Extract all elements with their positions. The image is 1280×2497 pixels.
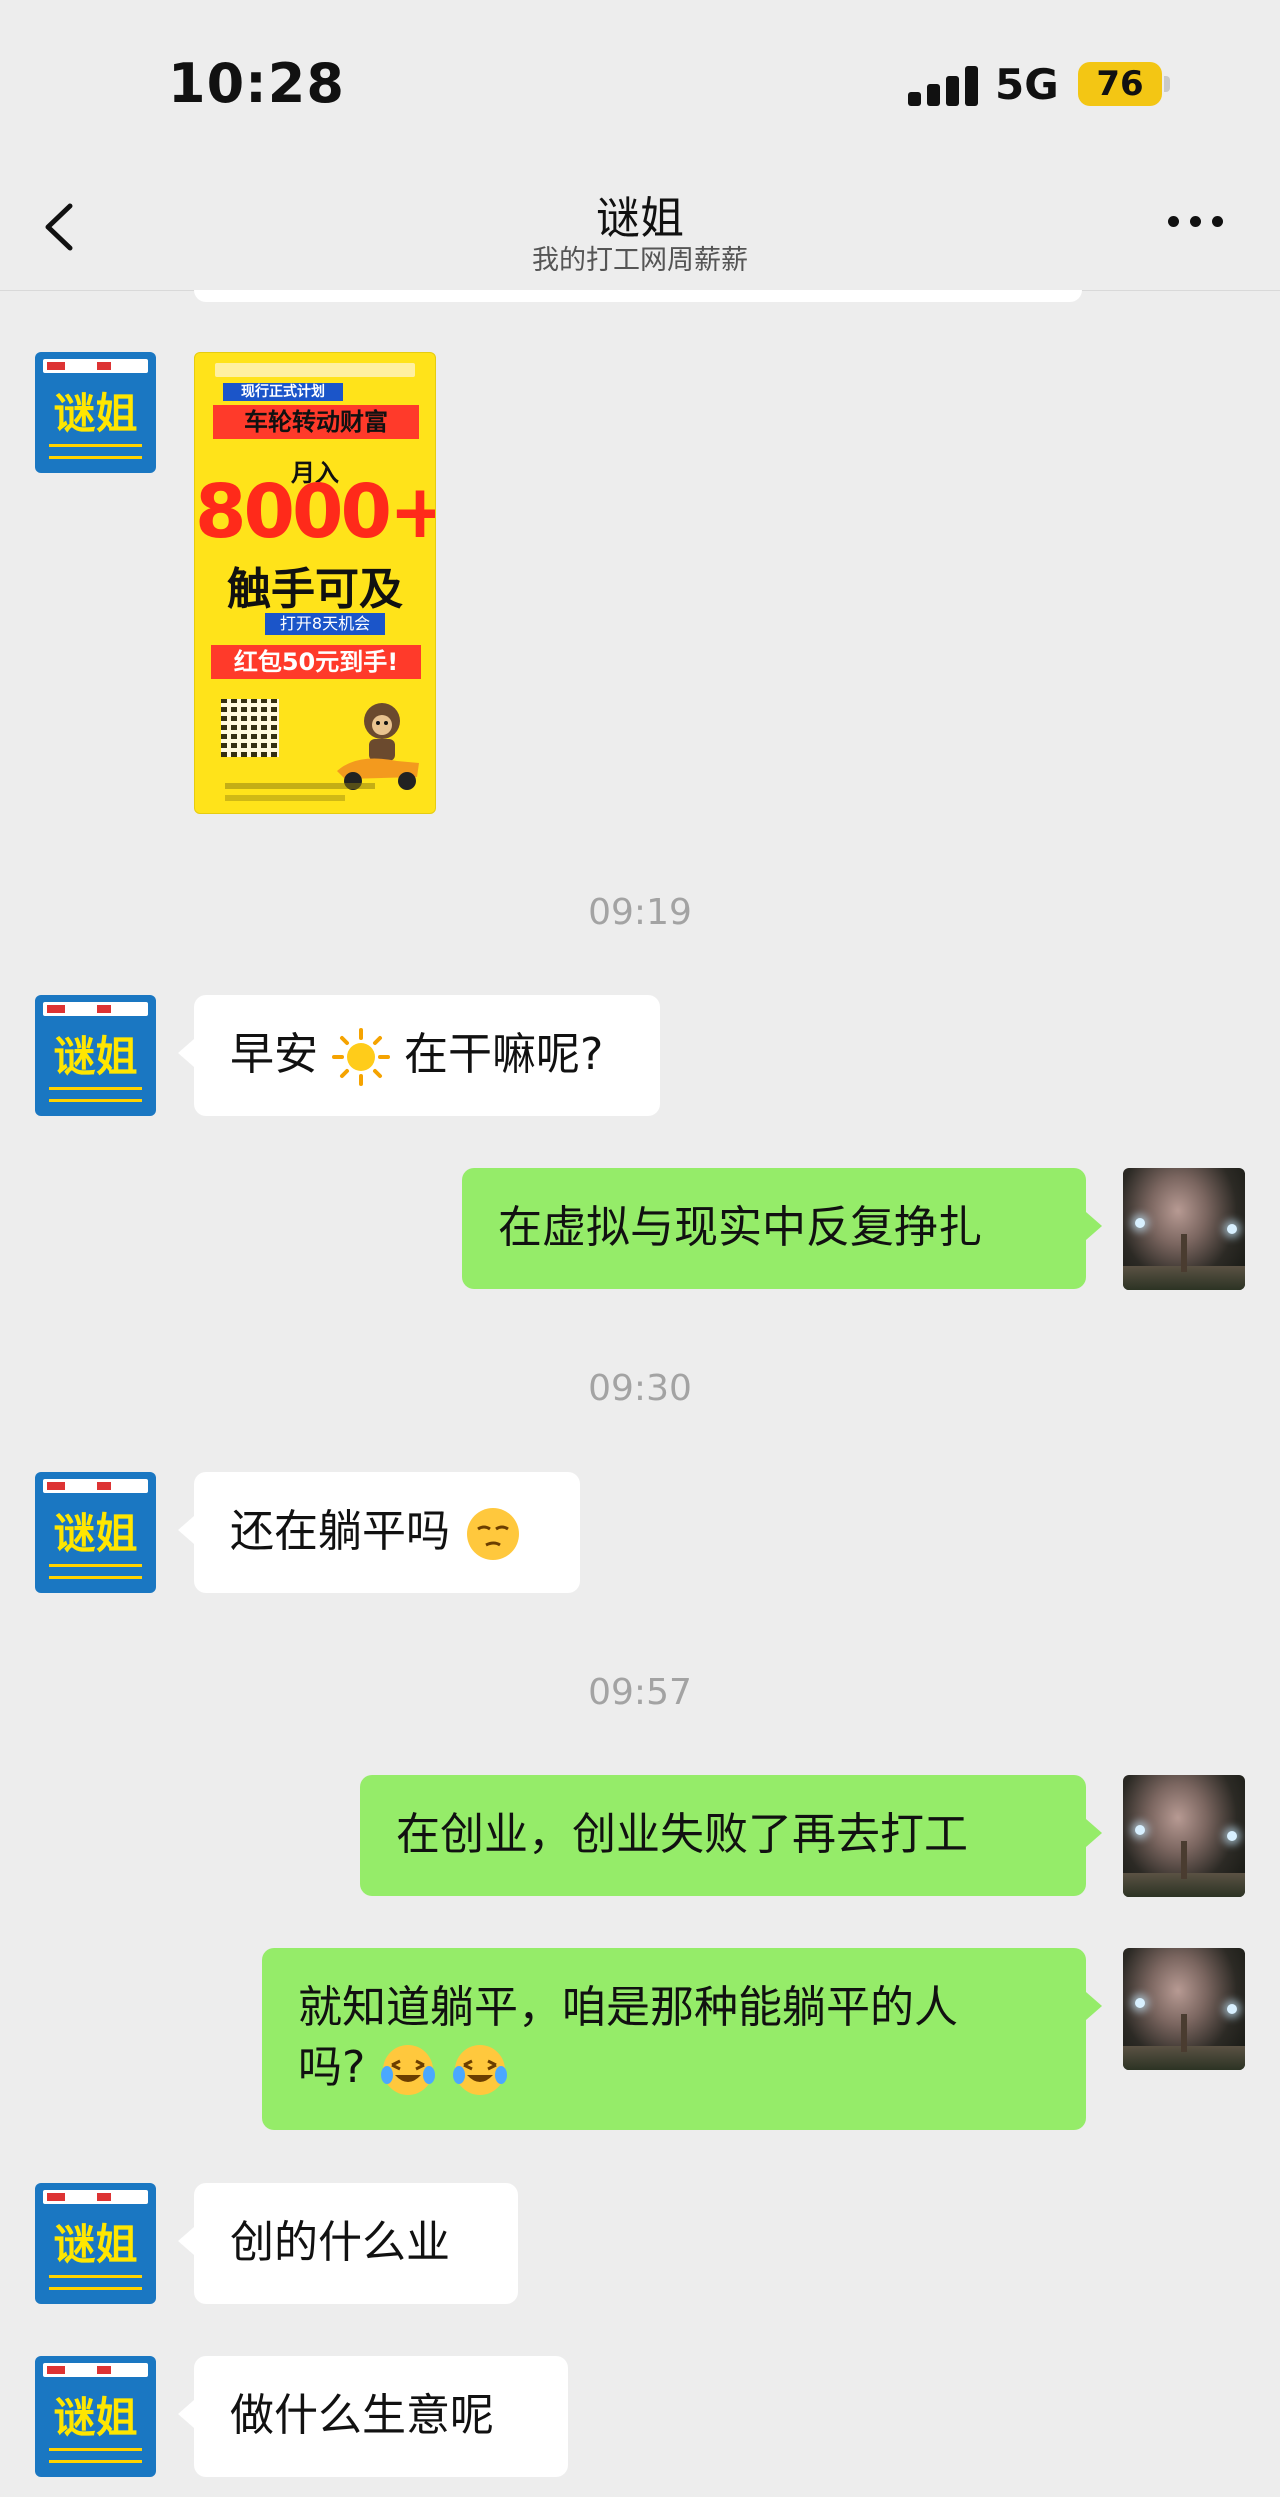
more-options-icon[interactable] bbox=[1168, 216, 1224, 228]
message-text: 做什么生意呢 bbox=[230, 2390, 494, 2441]
message-bubble-received[interactable]: 创的什么业 bbox=[178, 2183, 518, 2304]
chat-header: 谜姐 我的打工网周薪薪 bbox=[0, 160, 1280, 291]
contact-avatar[interactable]: 谜姐 bbox=[35, 2356, 156, 2477]
avatar-name-mark: 谜姐 bbox=[53, 2220, 138, 2269]
poster-banner-small: 现行正式计划 bbox=[223, 383, 343, 401]
user-avatar[interactable] bbox=[1123, 1948, 1245, 2070]
message-bubble-sent[interactable]: 在虚拟与现实中反复挣扎 bbox=[462, 1168, 1102, 1289]
poster-headline: 车轮转动财富 bbox=[213, 405, 419, 439]
contact-avatar[interactable]: 谜姐 bbox=[35, 1472, 156, 1593]
previous-message-edge bbox=[194, 290, 1082, 302]
message-text: 吗? bbox=[298, 2042, 366, 2093]
message-bubble-sent[interactable]: 在创业，创业失败了再去打工 bbox=[360, 1775, 1102, 1896]
message-text: 在干嘛呢? bbox=[404, 1029, 604, 1080]
message-text: 早安 bbox=[230, 1029, 318, 1080]
poster-image-message[interactable]: 现行正式计划 车轮转动财富 月入 8000+ 触手可及 打开8天机会 红包50元… bbox=[194, 352, 436, 814]
message-text: 在创业，创业失败了再去打工 bbox=[396, 1809, 968, 1860]
chat-subtitle: 我的打工网周薪薪 bbox=[532, 245, 748, 276]
avatar-name-mark: 谜姐 bbox=[53, 389, 138, 438]
status-time: 10:28 bbox=[168, 52, 345, 115]
poster-bonus: 红包50元到手! bbox=[211, 645, 421, 679]
signal-strength-icon bbox=[908, 66, 978, 106]
message-bubble-received[interactable]: 还在躺平吗 bbox=[178, 1472, 580, 1593]
poster-slogan: 触手可及 bbox=[227, 564, 403, 615]
network-type: 5G bbox=[995, 60, 1059, 109]
smirk-face-emoji-icon bbox=[467, 1508, 519, 1560]
message-text: 在虚拟与现实中反复挣扎 bbox=[498, 1202, 982, 1253]
timestamp: 09:57 bbox=[588, 1672, 692, 1713]
poster-income-value: 8000+ bbox=[195, 469, 436, 555]
message-bubble-received[interactable]: 早安 在干嘛呢? bbox=[178, 995, 660, 1116]
message-bubble-received[interactable]: 做什么生意呢 bbox=[178, 2356, 568, 2477]
user-avatar[interactable] bbox=[1123, 1775, 1245, 1897]
crying-laughing-emoji-icon bbox=[453, 2045, 508, 2095]
poster-tag: 打开8天机会 bbox=[265, 613, 385, 635]
battery-icon: 76 bbox=[1078, 62, 1162, 106]
sun-emoji-icon bbox=[332, 1028, 390, 1086]
crying-laughing-emoji-icon bbox=[381, 2045, 436, 2095]
message-text: 创的什么业 bbox=[230, 2217, 450, 2268]
contact-avatar[interactable]: 谜姐 bbox=[35, 352, 156, 473]
message-text: 还在躺平吗 bbox=[230, 1506, 450, 1557]
timestamp: 09:30 bbox=[588, 1368, 692, 1409]
message-bubble-sent[interactable]: 就知道躺平，咱是那种能躺平的人 吗? bbox=[262, 1948, 1102, 2130]
message-text: 就知道躺平，咱是那种能躺平的人 bbox=[298, 1982, 958, 2033]
user-avatar[interactable] bbox=[1123, 1168, 1245, 1290]
avatar-name-mark: 谜姐 bbox=[53, 2393, 138, 2442]
battery-tip bbox=[1164, 76, 1170, 92]
timestamp: 09:19 bbox=[588, 892, 692, 933]
contact-avatar[interactable]: 谜姐 bbox=[35, 995, 156, 1116]
chat-title: 谜姐 bbox=[596, 193, 684, 244]
avatar-name-mark: 谜姐 bbox=[53, 1509, 138, 1558]
qr-code-icon bbox=[221, 699, 279, 757]
avatar-name-mark: 谜姐 bbox=[53, 1032, 138, 1081]
monkey-scooter-illustration bbox=[337, 703, 419, 790]
status-bar: 10:28 5G 76 bbox=[0, 0, 1280, 160]
contact-avatar[interactable]: 谜姐 bbox=[35, 2183, 156, 2304]
